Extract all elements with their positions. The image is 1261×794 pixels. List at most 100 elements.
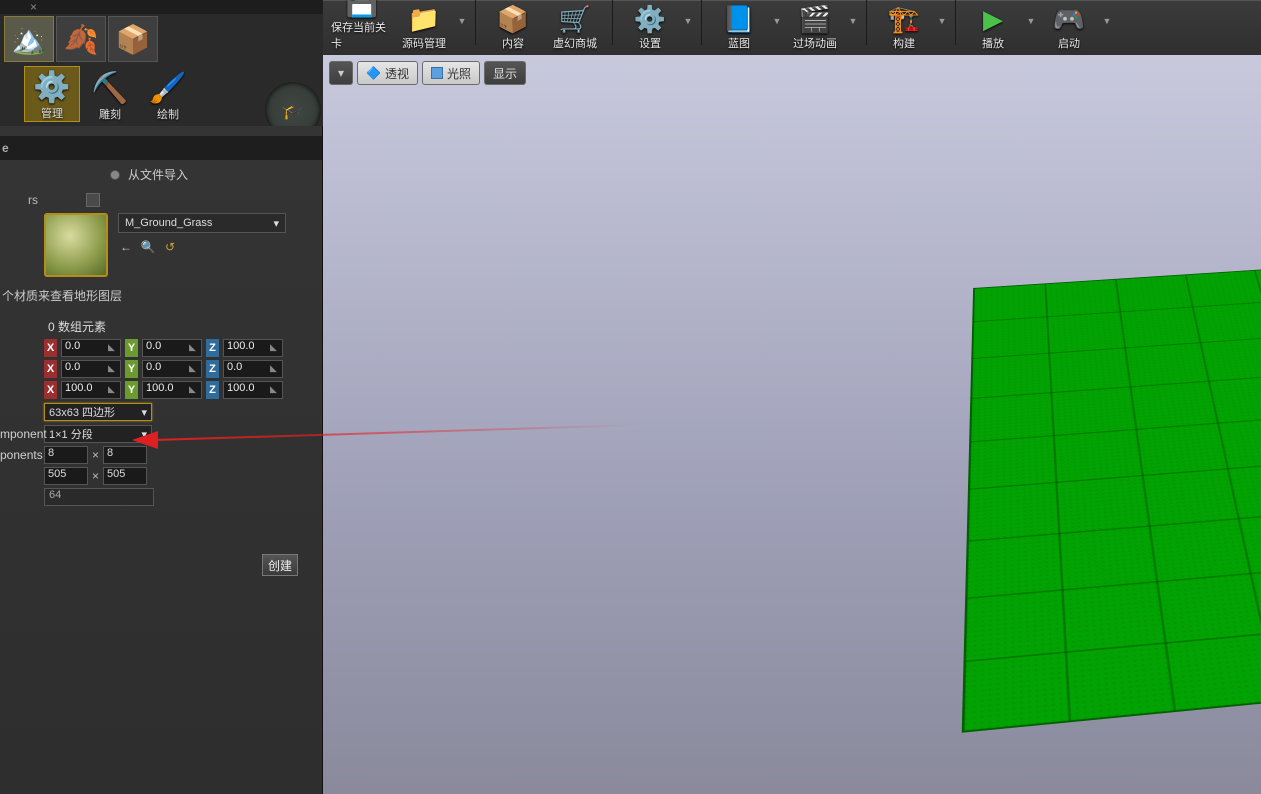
location-z-input[interactable]: 100.0◣ [223,339,283,357]
reset-button[interactable]: ↺ [162,239,178,255]
toolbar-marketplace-button[interactable]: 🛒 虚幻商城 [544,3,606,55]
resolution-x-input[interactable]: 505 [44,467,88,485]
tab-sculpt[interactable]: ⛏️ 雕刻 [82,66,138,122]
build-icon: 🏗️ [884,3,924,35]
toolbar-build-dropdown-icon[interactable]: ▼ [935,0,949,45]
viewport-lighting-button[interactable]: 光照 [422,61,480,85]
toolbar-source-dropdown-icon[interactable]: ▼ [455,0,469,45]
spinner-icon: ◣ [189,342,199,354]
radio-icon [110,170,120,180]
create-label: 创建 [268,557,292,574]
viewport-perspective-button[interactable]: 🔷 透视 [357,61,418,85]
search-icon: 🔍 [141,240,156,254]
cube-icon [431,67,443,79]
rotation-y-input[interactable]: 0.0◣ [142,360,202,378]
use-selected-button[interactable]: ← [118,239,134,255]
location-x-input[interactable]: 0.0◣ [61,339,121,357]
layers-label: rs [2,193,42,207]
y-label: Y [125,360,138,378]
tab-sculpt-label: 雕刻 [99,106,121,122]
toolbar-build-label: 构建 [893,35,915,51]
spinner-icon: ◣ [108,342,118,354]
resolution-y-input[interactable]: 505 [103,467,147,485]
multiply-label: × [88,469,103,483]
toolbar-cinematic-button[interactable]: 🎬 过场动画 [784,3,846,55]
cube-icon: 🎓 [282,100,304,121]
x-label: X [44,381,57,399]
viewport-show-button[interactable]: 显示 [484,61,526,85]
chevron-down-icon: ▾ [141,406,147,419]
section-size-dropdown[interactable]: 63x63 四边形 ▾ [44,403,152,421]
section-size-value: 63x63 四边形 [49,404,115,420]
separator [475,0,476,45]
left-tab-bar: × [0,0,323,14]
mountain-icon: 🏔️ [12,23,47,56]
separator [612,0,613,45]
tab-manage[interactable]: ⚙️ 管理 [24,66,80,122]
spinner-icon: ◣ [270,384,280,396]
toolbar-content-button[interactable]: 📦 内容 [482,3,544,55]
spinner-icon: ◣ [189,384,199,396]
toolbar-build-button[interactable]: 🏗️ 构建 [873,3,935,55]
spinner-icon: ◣ [270,342,280,354]
perspective-label: 透视 [385,65,409,82]
toolbar-play-dropdown-icon[interactable]: ▼ [1024,0,1038,45]
toolbar-cinematic-label: 过场动画 [793,35,837,51]
mode-landscape-tile[interactable]: 🏔️ [4,16,54,62]
toolbar-launch-button[interactable]: 🎮 启动 [1038,3,1100,55]
components-x-input[interactable]: 8 [44,446,88,464]
separator [701,0,702,45]
mode-geometry-tile[interactable]: 📦 [108,16,158,62]
material-thumbnail[interactable] [44,213,108,277]
toolbar-blueprint-button[interactable]: 📘 蓝图 [708,3,770,55]
panel-header-text: e [2,141,9,155]
toolbar-settings-dropdown-icon[interactable]: ▼ [681,0,695,45]
marketplace-icon: 🛒 [555,3,595,35]
viewport-toolbar: ▾ 🔷 透视 光照 显示 [329,61,526,85]
browse-button[interactable]: 🔍 [140,239,156,255]
multiply-label: × [88,448,103,462]
rotation-x-input[interactable]: 0.0◣ [61,360,121,378]
array-count-label: 0 数组元素 [48,318,322,335]
rotation-z-input[interactable]: 0.0◣ [223,360,283,378]
import-label: 从文件导入 [128,166,188,183]
toolbar-play-button[interactable]: ▶ 播放 [962,3,1024,55]
leaf-icon: 🍂 [64,23,99,56]
viewport-options-dropdown[interactable]: ▾ [329,61,353,85]
mode-foliage-tile[interactable]: 🍂 [56,16,106,62]
toolbar-cinematic-dropdown-icon[interactable]: ▼ [846,0,860,45]
toolbar-source-button[interactable]: 📁 源码管理 [393,3,455,55]
create-button[interactable]: 创建 [262,554,298,576]
toolbar-save-button[interactable]: 💾 保存当前关卡 [331,0,393,55]
toolbar-settings-button[interactable]: ⚙️ 设置 [619,3,681,55]
tab-paint[interactable]: 🖌️ 绘制 [140,66,196,122]
terrain-plane[interactable] [962,248,1261,732]
tab-paint-label: 绘制 [157,106,179,122]
scale-z-input[interactable]: 100.0◣ [223,381,283,399]
separator [866,0,867,45]
spinner-icon: ◣ [108,363,118,375]
scale-y-input[interactable]: 100.0◣ [142,381,202,399]
toolbar-launch-dropdown-icon[interactable]: ▼ [1100,0,1114,45]
toolbar-blueprint-dropdown-icon[interactable]: ▼ [770,0,784,45]
paint-icon: 🖌️ [149,70,186,106]
play-icon: ▶ [973,3,1013,35]
total-components-display: 64 [44,488,154,506]
y-label: Y [125,339,138,357]
components-y-input[interactable]: 8 [103,446,147,464]
show-label: 显示 [493,65,517,82]
location-y-input[interactable]: 0.0◣ [142,339,202,357]
main-toolbar: 💾 保存当前关卡 📁 源码管理 ▼ 📦 内容 🛒 虚幻商城 ⚙️ 设置 ▼ 📘 … [323,0,1261,55]
sections-per-component-dropdown[interactable]: 1×1 分段 ▾ [44,425,152,443]
perspective-icon: 🔷 [366,66,381,80]
material-dropdown[interactable]: M_Ground_Grass ▾ [118,213,286,233]
import-option[interactable]: 从文件导入 [110,166,322,183]
tab-manage-label: 管理 [41,105,63,121]
z-label: Z [206,339,219,357]
tab-close-icon[interactable]: × [24,0,43,14]
viewport[interactable]: ▾ 🔷 透视 光照 显示 [323,55,1261,794]
reset-icon: ↺ [165,240,175,254]
scale-x-input[interactable]: 100.0◣ [61,381,121,399]
x-label: X [44,339,57,357]
enable-layers-checkbox[interactable] [86,193,100,207]
